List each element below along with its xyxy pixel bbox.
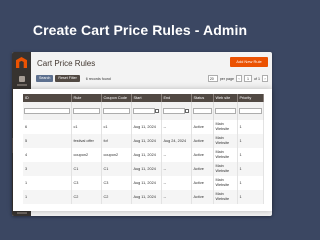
header-row: ID Rule Coupon Code Start End Status Web…	[23, 94, 264, 102]
cell-rule: C1	[71, 162, 102, 176]
cell-start: Aug 11, 2024	[131, 190, 162, 204]
search-button[interactable]: Search	[36, 75, 54, 82]
column-header-start[interactable]: Start	[131, 94, 162, 102]
cell-priority: 1	[237, 176, 264, 190]
cell-start: Aug 11, 2024	[131, 162, 162, 176]
cell-website: Main Website	[213, 162, 238, 176]
coupon-filter-input[interactable]	[102, 108, 130, 114]
column-header-end[interactable]: End	[161, 94, 192, 102]
cell-start: Aug 11, 2024	[131, 134, 162, 148]
column-header-id[interactable]: ID	[23, 94, 72, 102]
cell-rule: c1	[71, 120, 102, 134]
cell-status: Active	[191, 176, 214, 190]
filter-row	[23, 102, 264, 120]
cell-website: Main Website	[213, 176, 238, 190]
cell-end: --	[161, 148, 192, 162]
table-row[interactable]: 1 C3 C3 Aug 11, 2024 -- Active Main Website 1	[23, 176, 264, 190]
dashboard-icon[interactable]	[12, 74, 31, 89]
cell-status: Active	[191, 134, 214, 148]
id-filter-input[interactable]	[24, 108, 70, 114]
table-row[interactable]: 3 C1 C1 Aug 11, 2024 -- Active Main Website 1	[23, 162, 264, 176]
records-count: 6 records found	[85, 76, 111, 81]
table-row[interactable]: 1 C2 C2 Aug 11, 2024 -- Active Main Website 1	[23, 190, 264, 204]
cell-coupon: C2	[101, 190, 132, 204]
table-row[interactable]: 5 festival offer fof Aug 11, 2024 Aug 24, 20…	[23, 134, 264, 148]
reset-filter-button[interactable]: Reset Filter	[55, 75, 80, 82]
cell-id: 1	[23, 190, 72, 204]
start-filter-input[interactable]	[132, 107, 155, 114]
website-filter-select[interactable]	[214, 108, 236, 114]
cell-website: Main Website	[213, 120, 238, 134]
cell-coupon: coupon2	[101, 148, 132, 162]
grid-toolbar: Search Reset Filter 6 records found 20 p…	[36, 74, 268, 83]
cell-id: 6	[23, 120, 72, 134]
end-filter-input[interactable]	[162, 107, 185, 114]
cell-end: --	[161, 176, 192, 190]
cell-start: Aug 11, 2024	[131, 148, 162, 162]
grid-rows: 6 c1 c1 Aug 11, 2024 -- Active Main Website 1 5 f…	[23, 120, 264, 204]
rules-grid: ID Rule Coupon Code Start End Status Web…	[23, 94, 264, 204]
per-page-label: per page	[219, 76, 234, 81]
rule-filter-input[interactable]	[72, 108, 100, 114]
cell-website: Main Website	[213, 134, 238, 148]
cell-status: Active	[191, 190, 214, 204]
column-header-rule[interactable]: Rule	[71, 94, 102, 102]
priority-filter-input[interactable]	[238, 108, 262, 114]
cell-status: Active	[191, 120, 214, 134]
cell-priority: 1	[237, 162, 264, 176]
cell-coupon: c1	[101, 120, 132, 134]
cell-rule: festival offer	[71, 134, 102, 148]
add-new-rule-button[interactable]: Add New Rule	[230, 57, 268, 67]
status-filter-select[interactable]	[192, 108, 212, 114]
per-page-select[interactable]: 20	[207, 75, 218, 82]
cell-id: 3	[23, 162, 72, 176]
cell-coupon: C1	[101, 162, 132, 176]
column-header-status[interactable]: Status	[191, 94, 214, 102]
cell-priority: 1	[237, 120, 264, 134]
cell-start: Aug 11, 2024	[131, 176, 162, 190]
cell-coupon: C3	[101, 176, 132, 190]
page-count-label: of 1	[254, 76, 260, 81]
cell-end: --	[161, 162, 192, 176]
rules-grid-panel: ID Rule Coupon Code Start End Status Web…	[13, 89, 272, 211]
cell-id: 5	[23, 134, 72, 148]
cell-rule: C3	[71, 176, 102, 190]
cell-id: 4	[23, 148, 72, 162]
column-header-website[interactable]: Web site	[213, 94, 238, 102]
table-row[interactable]: 6 c1 c1 Aug 11, 2024 -- Active Main Website 1	[23, 120, 264, 134]
cell-rule: C2	[71, 190, 102, 204]
column-header-coupon-code[interactable]: Coupon Code	[101, 94, 132, 102]
page-title: Cart Price Rules	[37, 59, 96, 68]
prev-page-icon[interactable]: ‹	[236, 75, 242, 82]
cell-id: 1	[23, 176, 72, 190]
cell-end: --	[161, 120, 192, 134]
cell-end: Aug 24, 2024	[161, 134, 192, 148]
page-number-input[interactable]: 1	[244, 75, 252, 82]
calendar-icon[interactable]	[155, 108, 159, 113]
cell-start: Aug 11, 2024	[131, 120, 162, 134]
calendar-icon[interactable]	[185, 108, 189, 113]
cell-rule: coupon2	[71, 148, 102, 162]
cell-status: Active	[191, 162, 214, 176]
banner-title: Create Cart Price Rules - Admin	[32, 22, 248, 38]
cell-priority: 1	[237, 134, 264, 148]
cell-website: Main Website	[213, 190, 238, 204]
cell-end: --	[161, 190, 192, 204]
cell-status: Active	[191, 148, 214, 162]
cell-priority: 1	[237, 148, 264, 162]
cell-coupon: fof	[101, 134, 132, 148]
magento-logo-icon[interactable]	[16, 57, 27, 68]
column-header-priority[interactable]: Priority	[237, 94, 264, 102]
next-page-icon[interactable]: ›	[262, 75, 268, 82]
cell-website: Main Website	[213, 148, 238, 162]
cell-priority: 1	[237, 190, 264, 204]
table-row[interactable]: 4 coupon2 coupon2 Aug 11, 2024 -- Active Main …	[23, 148, 264, 162]
